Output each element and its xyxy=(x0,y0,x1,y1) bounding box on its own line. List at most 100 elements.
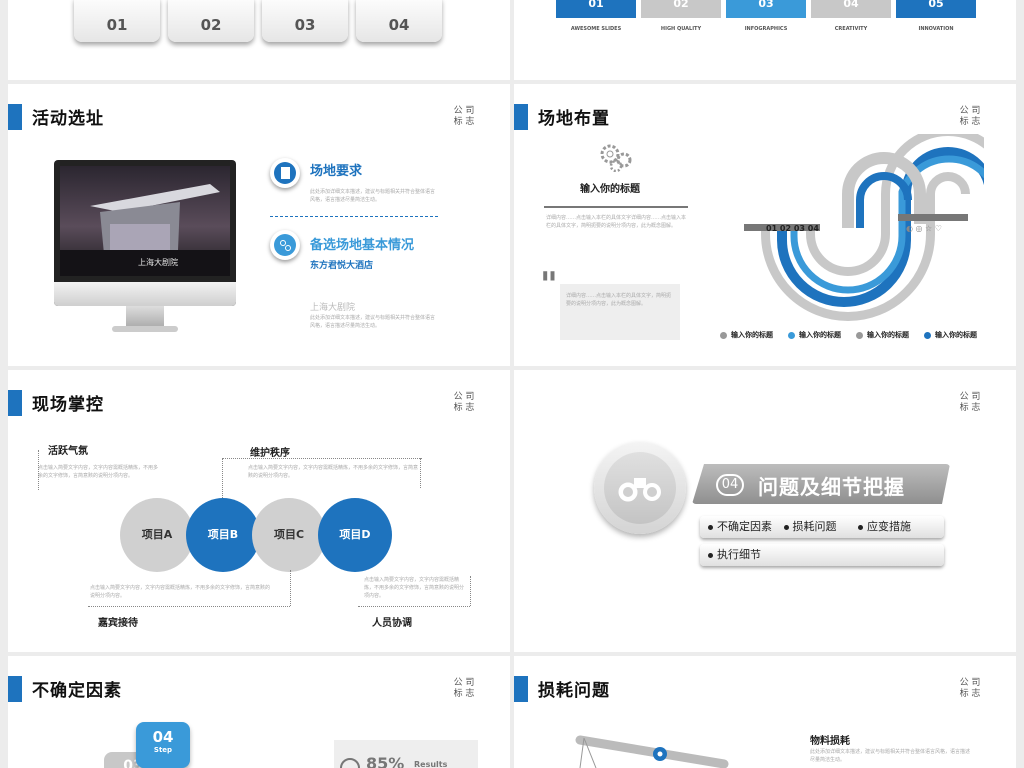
category-banner: 05 xyxy=(896,0,976,18)
slide-number-tabs: 01 02 03 04 xyxy=(8,0,510,80)
slide-section-04: 公 司标 志 04 问题及细节把握 不确定因素 损耗问题 应变措施 执行细节 xyxy=(514,370,1016,652)
quote-mark-icon: " xyxy=(540,265,558,305)
label-top-middle: 维护秩序 xyxy=(250,448,290,459)
slide-category-banners: 01 AWESOME SLIDES 02 HIGH QUALITY 03 INF… xyxy=(514,0,1016,80)
small-icons-row: ◐ ◎ ☆ ♡ xyxy=(906,224,942,233)
logo-line: 标 志 xyxy=(959,689,981,699)
monitor-stand xyxy=(126,306,164,328)
connector-line xyxy=(420,458,421,488)
results-icon xyxy=(340,758,360,768)
number-tab: 01 xyxy=(74,0,160,42)
results-box: 85% Results xyxy=(334,740,478,768)
logo-line: 公 司 xyxy=(453,678,475,688)
step-number: 04 xyxy=(152,728,174,746)
gears-icon xyxy=(600,144,632,172)
category-label: AWESOME SLIDES xyxy=(570,26,622,32)
label-bottom-right: 人员协调 xyxy=(372,618,412,629)
project-circle: 项目A xyxy=(120,498,194,572)
connector-line xyxy=(358,606,470,607)
monitor-base xyxy=(112,326,178,332)
bullet-row: 不确定因素 损耗问题 应变措施 xyxy=(700,516,944,538)
scale-illustration xyxy=(575,735,729,768)
title-accent-bar xyxy=(8,676,22,702)
text-top-middle: 点击输入简要文字内容，文字内容需概括精炼，不用多余的文字修饰，言简意赅的说明分项… xyxy=(248,465,419,479)
banner-num: 02 xyxy=(673,0,689,10)
title-accent-bar xyxy=(514,676,528,702)
bullet-text: 损耗问题 xyxy=(792,520,837,533)
category-banner: 04 xyxy=(811,0,891,18)
banner-num: 03 xyxy=(758,0,774,10)
s-curve-diagram xyxy=(744,134,984,321)
step-card-04: 04 Step xyxy=(136,722,190,768)
legend-label: 输入你的标题 xyxy=(731,331,773,339)
legend-item: 输入你的标题 xyxy=(924,330,977,340)
title-accent-bar xyxy=(8,104,22,130)
label-bottom-left: 嘉宾接待 xyxy=(98,618,138,629)
connector-line xyxy=(470,576,471,606)
slide-loss: 损耗问题 公 司标 志 物料损耗 此处添加详细文本描述，建议与标题相关并符合整体… xyxy=(514,656,1016,768)
slide-title: 现场掌控 xyxy=(32,395,104,415)
bullet-text: 应变措施 xyxy=(867,520,911,533)
title-accent-bar xyxy=(514,104,528,130)
theater-photo: 上海大剧院 xyxy=(60,184,230,276)
slide-control: 现场掌控 公 司标 志 活跃气氛 点击输入简要文字内容，文字内容需概括精炼，不用… xyxy=(8,370,510,652)
item2-subtitle-2: 上海大剧院 xyxy=(310,303,356,313)
logo-line: 公 司 xyxy=(453,106,475,116)
results-percent: 85% xyxy=(366,754,405,768)
legend-label: 输入你的标题 xyxy=(799,331,841,339)
category-label: HIGH QUALITY xyxy=(660,26,702,32)
divider-line xyxy=(544,206,688,208)
banner-num: 04 xyxy=(843,0,859,10)
legend-item: 输入你的标题 xyxy=(720,330,773,340)
detail-text-1: 详细内容……点击输入本栏的具体文字详细内容……点击输入本栏的具体文字，简明扼要的… xyxy=(546,215,687,229)
legend-label: 输入你的标题 xyxy=(935,331,977,339)
logo-line: 标 志 xyxy=(453,403,475,413)
bullet-text: 执行细节 xyxy=(717,548,761,561)
connector-line xyxy=(222,458,223,498)
logo-line: 公 司 xyxy=(959,392,981,402)
bullet-dot xyxy=(708,524,713,530)
category-banner: 01 xyxy=(556,0,636,18)
category-label: CREATIVITY xyxy=(834,26,868,32)
category-banner: 02 xyxy=(641,0,721,18)
section-title: 问题及细节把握 xyxy=(758,475,905,499)
title-accent-bar xyxy=(8,390,22,416)
logo-line: 公 司 xyxy=(453,392,475,402)
monitor-chin xyxy=(54,282,236,306)
step-label: Step xyxy=(153,746,173,754)
tab-number: 01 xyxy=(106,16,128,34)
company-logo: 公 司标 志 xyxy=(452,106,476,128)
company-logo: 公 司标 志 xyxy=(452,678,476,700)
results-label: Results xyxy=(414,760,448,768)
project-circle: 项目C xyxy=(252,498,326,572)
item2-title: 备选场地基本情况 xyxy=(310,238,415,253)
theater-sign: 上海大剧院 xyxy=(138,257,178,267)
logo-line: 标 志 xyxy=(453,689,475,699)
monitor-screen: 上海大剧院 xyxy=(60,166,230,276)
binoculars-badge xyxy=(594,442,686,534)
loss-subtitle: 物料损耗 xyxy=(810,736,850,747)
detail-text-2: 详细内容……点击输入本栏的具体文字，简明扼要的说明分项内容，此为概念图解。 xyxy=(560,284,680,340)
logo-line: 标 志 xyxy=(959,403,981,413)
company-logo: 公 司标 志 xyxy=(958,678,982,700)
tab-number: 04 xyxy=(388,16,410,34)
gear-label: 输入你的标题 xyxy=(580,184,640,195)
loss-text: 此处添加详细文本描述，建议与标题相关并符合整体语言风格，语言描述尽量简洁生动。 xyxy=(810,749,971,763)
slide-title: 场地布置 xyxy=(538,109,610,129)
number-tab: 03 xyxy=(262,0,348,42)
text-bottom-right: 点击输入简要文字内容，文字内容需概括精炼，不用多余的文字修饰，言简意赅的说明分项… xyxy=(364,577,465,599)
connector-line xyxy=(38,450,39,490)
banner-num: 01 xyxy=(588,0,604,10)
item2-subtitle-1: 东方君悦大酒店 xyxy=(310,261,374,271)
connector-line xyxy=(222,458,422,459)
item1-title: 场地要求 xyxy=(310,164,363,179)
binoculars-icon xyxy=(618,478,661,502)
label-top-left: 活跃气氛 xyxy=(48,446,88,457)
company-logo: 公 司标 志 xyxy=(958,106,982,128)
tab-number: 03 xyxy=(294,16,316,34)
text-bottom-left: 点击输入简要文字内容，文字内容需概括精炼，不用多余的文字修饰，言简意赅的说明分项… xyxy=(90,585,271,599)
slide-title: 活动选址 xyxy=(32,109,104,129)
number-tab: 02 xyxy=(168,0,254,42)
connector-line xyxy=(290,570,291,606)
company-logo: 公 司标 志 xyxy=(958,392,982,414)
